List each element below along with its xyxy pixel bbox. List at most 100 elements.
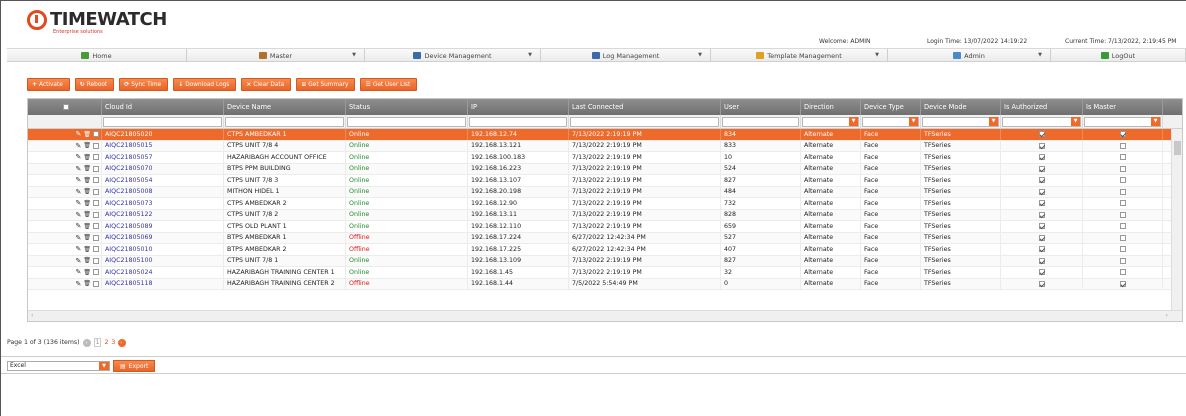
delete-icon[interactable]: 🗑 [83, 246, 91, 253]
row-checkbox[interactable] [93, 165, 99, 172]
edit-icon[interactable]: ✎ [76, 142, 82, 150]
edit-icon[interactable]: ✎ [76, 211, 82, 219]
table-row[interactable]: ✎ 🗑 AIQC21805024 HAZARIBAGH TRAINING CENTER… [28, 267, 1172, 279]
column-header[interactable]: Cloud Id [102, 99, 224, 115]
row-checkbox[interactable] [93, 223, 99, 230]
cell-id[interactable]: AIQC21805020 [102, 129, 224, 140]
column-header[interactable]: Device Mode [921, 99, 1001, 115]
select-all-checkbox[interactable] [63, 104, 69, 110]
cell-id[interactable]: AIQC21805070 [102, 163, 224, 174]
row-checkbox[interactable] [93, 246, 99, 253]
row-checkbox[interactable] [93, 234, 99, 241]
table-row[interactable]: ✎ 🗑 AIQC21805015 CTPS UNIT 7/8 4 Online 192.1… [28, 140, 1172, 152]
table-row[interactable]: ✎ 🗑 AIQC21805010 BTPS AMBEDKAR 2 Offline 192.… [28, 244, 1172, 256]
chevron-down-icon[interactable]: ▼ [99, 362, 109, 370]
column-header[interactable]: Last Connected [569, 99, 721, 115]
row-checkbox[interactable] [93, 200, 99, 207]
table-row[interactable]: ✎ 🗑 AIQC21805008 MITHON HIDEL 1 Online 192.16… [28, 186, 1172, 198]
cell-id[interactable]: AIQC21805122 [102, 209, 224, 220]
table-row[interactable]: ✎ 🗑 AIQC21805057 HAZARIBAGH ACCOUNT OFFICE O… [28, 152, 1172, 164]
is-authorized-checkbox[interactable] [1038, 154, 1045, 161]
column-filter-input[interactable] [347, 117, 466, 127]
delete-icon[interactable]: 🗑 [83, 257, 91, 264]
column-header[interactable]: Device Type [861, 99, 921, 115]
row-checkbox[interactable] [93, 154, 99, 161]
is-authorized-checkbox[interactable] [1038, 257, 1045, 264]
row-checkbox[interactable] [93, 280, 99, 287]
table-row[interactable]: ✎ 🗑 AIQC21805118 HAZARIBAGH TRAINING CENTER… [28, 278, 1172, 290]
clear-data-button[interactable]: ⨯ Clear Data [241, 78, 292, 91]
is-authorized-checkbox[interactable] [1038, 165, 1045, 172]
table-row[interactable]: ✎ 🗑 AIQC21805089 CTPS OLD PLANT 1 Online 192.… [28, 221, 1172, 233]
edit-icon[interactable]: ✎ [76, 165, 82, 173]
reboot-button[interactable]: ↻ Reboot [74, 78, 115, 91]
edit-icon[interactable]: ✎ [76, 222, 82, 230]
edit-icon[interactable]: ✎ [76, 268, 82, 276]
column-filter-input[interactable] [1002, 117, 1081, 127]
page-2[interactable]: 2 [104, 339, 108, 346]
edit-icon[interactable]: ✎ [76, 280, 82, 288]
column-header[interactable]: Direction [801, 99, 861, 115]
cell-id[interactable]: AIQC21805057 [102, 152, 224, 163]
row-checkbox[interactable] [93, 142, 99, 149]
vertical-scrollbar[interactable] [1171, 129, 1182, 312]
menu-admin[interactable]: Admin ▼ [888, 49, 1051, 62]
activate-button[interactable]: + Activate [27, 78, 70, 91]
filter-dropdown-icon[interactable]: ▼ [849, 117, 858, 126]
delete-icon[interactable]: 🗑 [83, 200, 91, 207]
cell-id[interactable]: AIQC21805010 [102, 244, 224, 255]
edit-icon[interactable]: ✎ [76, 245, 82, 253]
page-1[interactable]: 1 [93, 338, 102, 347]
get-user-list-button[interactable]: ☰ Get User List [360, 78, 418, 91]
delete-icon[interactable]: 🗑 [83, 188, 91, 195]
filter-dropdown-icon[interactable]: ▼ [909, 117, 918, 126]
is-master-checkbox[interactable] [1119, 269, 1126, 276]
column-filter-input[interactable] [922, 117, 999, 127]
is-master-checkbox[interactable] [1119, 280, 1126, 287]
delete-icon[interactable]: 🗑 [83, 165, 91, 172]
table-row[interactable]: ✎ 🗑 AIQC21805054 CTPS UNIT 7/8 3 Online 192.1… [28, 175, 1172, 187]
export-format-select[interactable]: Excel ▼ [7, 361, 110, 371]
column-filter-input[interactable] [570, 117, 719, 127]
scroll-right-icon[interactable]: › [1166, 312, 1168, 319]
table-row[interactable]: ✎ 🗑 AIQC21805020 CTPS AMBEDKAR 1 Online 192.1… [28, 129, 1172, 141]
edit-icon[interactable]: ✎ [76, 176, 82, 184]
delete-icon[interactable]: 🗑 [83, 234, 91, 241]
edit-icon[interactable]: ✎ [76, 130, 82, 138]
row-checkbox[interactable] [93, 211, 99, 218]
prev-page-icon[interactable]: ‹ [82, 338, 91, 347]
is-master-checkbox[interactable] [1119, 257, 1126, 264]
column-header[interactable]: Status [346, 99, 468, 115]
cell-id[interactable]: AIQC21805089 [102, 221, 224, 232]
is-master-checkbox[interactable] [1119, 154, 1126, 161]
scroll-left-icon[interactable]: ‹ [31, 312, 33, 319]
scroll-thumb[interactable] [1174, 141, 1181, 155]
is-authorized-checkbox[interactable] [1038, 234, 1045, 241]
row-checkbox[interactable] [93, 188, 99, 195]
download-logs-button[interactable]: ↓ Download Logs [173, 78, 237, 91]
is-master-checkbox[interactable] [1119, 131, 1126, 138]
cell-id[interactable]: AIQC21805073 [102, 198, 224, 209]
sync-time-button[interactable]: ⟳ Sync Time [119, 78, 169, 91]
cell-id[interactable]: AIQC21805054 [102, 175, 224, 186]
table-row[interactable]: ✎ 🗑 AIQC21805073 CTPS AMBEDKAR 2 Online 192.1… [28, 198, 1172, 210]
row-checkbox[interactable] [93, 257, 99, 264]
table-row[interactable]: ✎ 🗑 AIQC21805069 BTPS AMBEDKAR 1 Offline 192.… [28, 232, 1172, 244]
is-master-checkbox[interactable] [1119, 188, 1126, 195]
is-authorized-checkbox[interactable] [1038, 188, 1045, 195]
is-authorized-checkbox[interactable] [1038, 211, 1045, 218]
is-authorized-checkbox[interactable] [1038, 280, 1045, 287]
column-filter-input[interactable] [469, 117, 567, 127]
select-all-header[interactable] [28, 99, 102, 115]
cell-id[interactable]: AIQC21805015 [102, 140, 224, 151]
delete-icon[interactable]: 🗑 [83, 269, 91, 276]
is-authorized-checkbox[interactable] [1038, 142, 1045, 149]
page-3[interactable]: 3 [111, 339, 115, 346]
is-master-checkbox[interactable] [1119, 177, 1126, 184]
is-authorized-checkbox[interactable] [1038, 177, 1045, 184]
edit-icon[interactable]: ✎ [76, 153, 82, 161]
is-master-checkbox[interactable] [1119, 142, 1126, 149]
delete-icon[interactable]: 🗑 [83, 280, 91, 287]
is-master-checkbox[interactable] [1119, 223, 1126, 230]
edit-icon[interactable]: ✎ [76, 257, 82, 265]
